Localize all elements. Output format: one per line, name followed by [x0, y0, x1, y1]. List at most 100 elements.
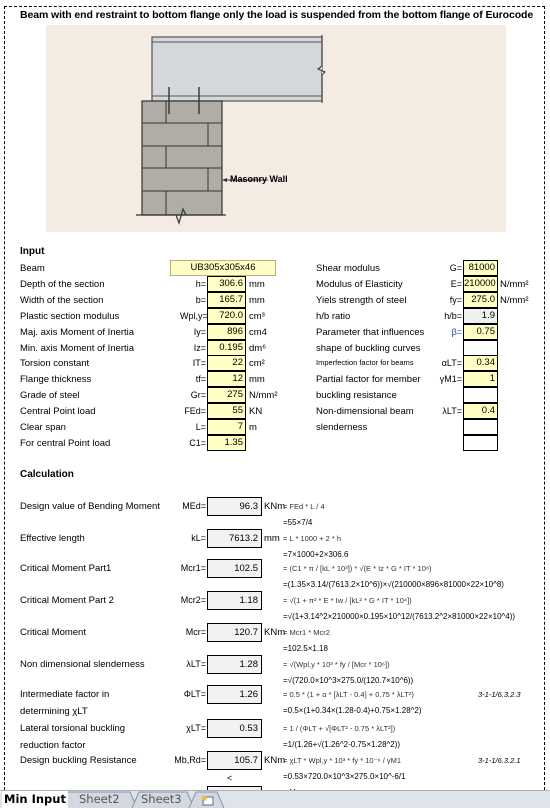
sheet-tab-bar: Min Input Sheet2 Sheet3 [0, 790, 550, 808]
calc-evaluated: =(1.35×3.14/(7613.2×10^6))×√(210000×896×… [283, 580, 504, 589]
input-label: Width of the section [20, 295, 104, 306]
tab-min-input[interactable]: Min Input [2, 791, 68, 808]
input-label: Imperfection factor for beams [316, 358, 414, 367]
compare-symbol: < [227, 773, 233, 783]
calc-symbol: Mcr2= [180, 595, 206, 605]
input-symbol: h= [195, 279, 206, 289]
calc-formula: = L * 1000 + 2 * h [283, 534, 342, 543]
calc-unit: mm [264, 533, 280, 544]
calc-unit: KNm [264, 501, 286, 512]
input-label: Grade of steel [20, 390, 80, 401]
input-unit: N/mm² [500, 295, 529, 306]
input-unit: mm [249, 279, 265, 290]
calc-result-cell[interactable]: 7613.2 [207, 529, 262, 548]
input-value-cell[interactable] [463, 340, 498, 356]
calc-result-cell[interactable]: 96.3 [207, 497, 262, 516]
tab-sheet2[interactable]: Sheet2 [79, 791, 120, 808]
calc-label: Intermediate factor in [20, 689, 110, 700]
steel-beam [151, 35, 327, 103]
input-value-cell[interactable]: 1.35 [207, 435, 246, 451]
calc-result-cell[interactable]: 102.5 [207, 559, 262, 578]
input-symbol: γM1= [439, 374, 462, 384]
calc-evaluated: =1/(1.26+√(1.26^2-0.75×1.28^2)) [283, 740, 401, 749]
input-value-cell[interactable]: 720.0 [207, 308, 246, 324]
calculation-heading: Calculation [20, 469, 74, 480]
input-unit: cm² [249, 358, 265, 369]
input-label: For central Point load [20, 438, 111, 449]
input-unit: mm [249, 374, 265, 385]
input-value-cell[interactable]: 22 [207, 355, 246, 371]
input-label: Clear span [20, 422, 66, 433]
calc-result-cell[interactable]: 1.18 [207, 591, 262, 610]
input-label: h/b ratio [316, 311, 351, 322]
input-value-cell[interactable]: 275 [207, 387, 246, 403]
input-symbol: L= [195, 422, 206, 432]
input-value-cell[interactable]: 210000 [463, 276, 498, 292]
input-value-cell[interactable] [463, 419, 498, 435]
input-value-cell[interactable]: 7 [207, 419, 246, 435]
input-label: Min. axis Moment of Inertia [20, 343, 135, 354]
page-break-right [544, 6, 545, 790]
page-break-top [4, 6, 545, 7]
calc-unit: KNm [264, 755, 286, 766]
tab-sheet3[interactable]: Sheet3 [141, 791, 182, 808]
calc-formula: = 1 / (ΦLT + √[ΦLT² - 0.75 * λLT²]) [283, 724, 396, 733]
worksheet: Beam with end restraint to bottom flange… [0, 0, 550, 790]
insert-worksheet-icon[interactable] [199, 793, 215, 807]
input-value-cell[interactable]: 896 [207, 324, 246, 340]
calc-label: Critical Moment [20, 627, 86, 638]
input-symbol: λLT= [442, 406, 462, 416]
input-value-cell[interactable]: 1.9 [463, 308, 498, 324]
calc-evaluated: =√(720.0×10^3×275.0/(120.7×10^6)) [283, 676, 414, 685]
input-label: Parameter that influences [316, 327, 425, 338]
input-unit: dm⁶ [249, 343, 267, 354]
input-value-cell[interactable]: 275.0 [463, 292, 498, 308]
calc-symbol: Mcr1= [180, 563, 206, 573]
page-break-left [4, 6, 5, 790]
input-symbol: E= [450, 279, 462, 289]
input-value-cell[interactable] [463, 387, 498, 403]
input-unit: m [249, 422, 257, 433]
input-value-cell[interactable]: 0.4 [463, 403, 498, 419]
input-symbol: G= [449, 263, 462, 273]
calc-evaluated: =√(1+3.14^2×210000×0.195×10^12/(7613.2^2… [283, 612, 516, 621]
calc-evaluated: =7×1000+2×306.6 [283, 550, 349, 559]
input-value-cell[interactable] [463, 435, 498, 451]
input-value-cell[interactable]: 306.6 [207, 276, 246, 292]
input-value-cell[interactable]: 0.195 [207, 340, 246, 356]
calc-symbol: MEd= [182, 501, 206, 511]
input-unit: N/mm² [249, 390, 278, 401]
input-value-cell[interactable]: 0.75 [463, 324, 498, 340]
beam-section-input[interactable]: UB305x305x46 [170, 260, 276, 276]
input-symbol: fy= [449, 295, 462, 305]
calc-evaluated: =102.5×1.18 [283, 644, 328, 653]
input-value-cell[interactable]: 0.34 [463, 355, 498, 371]
input-value-cell[interactable]: 1 [463, 371, 498, 387]
input-unit: cm³ [249, 311, 265, 322]
calc-unit: KNm [264, 627, 286, 638]
input-label: Partial factor for member [316, 374, 421, 385]
input-label: Plastic section modulus [20, 311, 120, 322]
calc-label: Non dimensional slenderness [20, 659, 145, 670]
input-unit: KN [249, 406, 263, 417]
input-value-cell[interactable]: 55 [207, 403, 246, 419]
input-label: Shear modulus [316, 263, 380, 274]
input-symbol: tf= [195, 374, 206, 384]
beam-wall-figure[interactable]: Masonry Wall [46, 25, 506, 232]
calc-label: Lateral torsional buckling [20, 723, 126, 734]
input-symbol: b= [195, 295, 206, 305]
callout-arrow-icon [222, 178, 227, 182]
calc-result-cell[interactable]: 105.7 [207, 751, 262, 770]
calc-result-cell[interactable]: 120.7 [207, 623, 262, 642]
input-value-cell[interactable]: 165.7 [207, 292, 246, 308]
input-value-cell[interactable]: 12 [207, 371, 246, 387]
input-value-cell[interactable]: 81000 [463, 260, 498, 276]
masonry-wall-label: Masonry Wall [230, 174, 288, 184]
calc-result-cell[interactable]: 1.28 [207, 655, 262, 674]
input-label: Central Point load [20, 406, 96, 417]
calc-result-cell[interactable]: 0.53 [207, 719, 262, 738]
calc-evaluated: =0.53×720.0×10^3×275.0×10^-6/1 [283, 772, 406, 781]
calc-evaluated: =0.5×(1+0.34×(1.28-0.4)+0.75×1.28^2) [283, 706, 422, 715]
input-unit: mm [249, 295, 265, 306]
calc-result-cell[interactable]: 1.26 [207, 685, 262, 704]
